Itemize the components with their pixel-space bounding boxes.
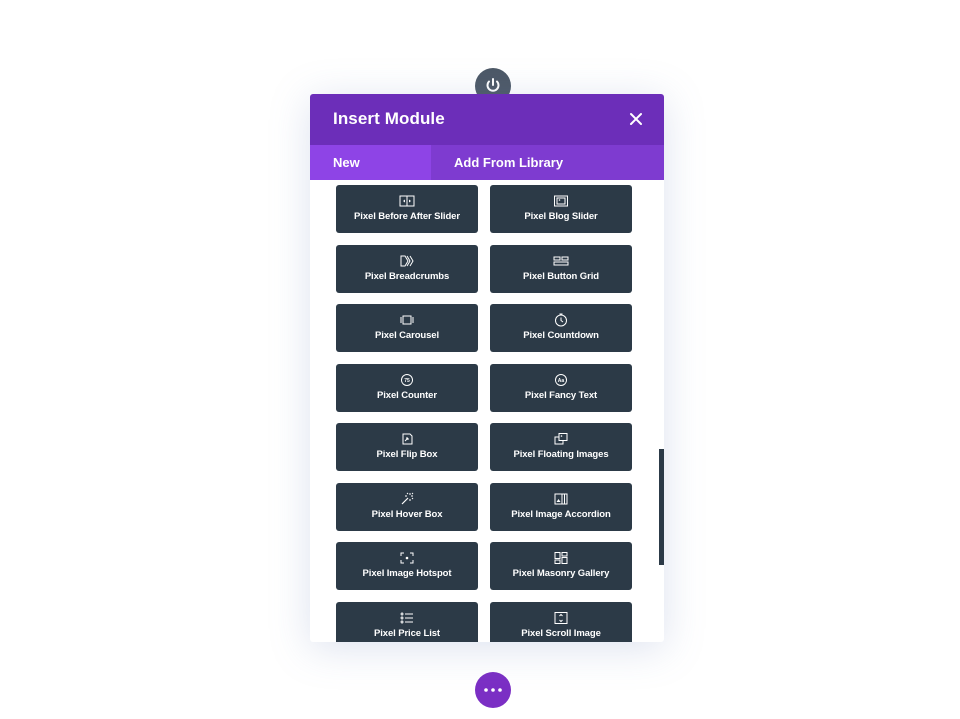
- module-pixel-before-after-slider[interactable]: Pixel Before After Slider: [336, 185, 478, 233]
- module-pixel-breadcrumbs[interactable]: Pixel Breadcrumbs: [336, 244, 478, 293]
- module-label: Pixel Carousel: [374, 330, 440, 341]
- module-label: Pixel Hover Box: [371, 508, 443, 520]
- module-label: Pixel Floating Images: [513, 449, 609, 460]
- close-icon: [630, 113, 642, 125]
- module-pixel-hover-box[interactable]: Pixel Hover Box: [336, 482, 478, 531]
- module-pixel-floating-images[interactable]: Pixel Floating Images: [490, 423, 632, 471]
- masonry-gallery-icon: [554, 552, 568, 564]
- floating-images-icon: [554, 433, 568, 445]
- counter-icon: 75: [401, 373, 413, 386]
- module-label: Pixel Blog Slider: [524, 211, 598, 222]
- module-pixel-carousel[interactable]: Pixel Carousel: [336, 304, 478, 352]
- fancy-text-icon-text: Aa: [558, 377, 565, 383]
- module-pixel-counter[interactable]: 75 Pixel Counter: [336, 363, 478, 412]
- module-label: Pixel Masonry Gallery: [512, 568, 610, 579]
- image-hotspot-icon: [400, 552, 414, 564]
- blog-slider-icon: [554, 195, 568, 207]
- close-button[interactable]: [626, 109, 646, 129]
- module-label: Pixel Image Hotspot: [362, 568, 452, 579]
- module-label: Pixel Scroll Image: [521, 627, 601, 639]
- module-label: Pixel Before After Slider: [354, 211, 460, 222]
- more-options-button[interactable]: [475, 672, 511, 708]
- scroll-image-icon: [554, 611, 568, 624]
- module-list-scrollbar[interactable]: [659, 449, 664, 565]
- breadcrumbs-icon: [400, 255, 414, 266]
- module-label: Pixel Fancy Text: [524, 389, 598, 401]
- button-grid-icon: [553, 256, 569, 265]
- modal-tabs: New Module Add From Library: [310, 145, 664, 205]
- module-label: Pixel Button Grid: [523, 270, 599, 282]
- module-label: Pixel Countdown: [523, 330, 599, 341]
- flip-box-icon: [402, 433, 413, 445]
- power-icon: [486, 78, 500, 92]
- module-pixel-blog-slider[interactable]: Pixel Blog Slider: [490, 185, 632, 233]
- tab-add-from-library[interactable]: Add From Library: [431, 145, 586, 180]
- module-pixel-price-list[interactable]: Pixel Price List: [336, 601, 478, 642]
- module-pixel-masonry-gallery[interactable]: Pixel Masonry Gallery: [490, 542, 632, 590]
- module-pixel-flip-box[interactable]: Pixel Flip Box: [336, 423, 478, 471]
- module-label: Pixel Flip Box: [376, 449, 438, 460]
- module-label: Pixel Price List: [374, 627, 440, 639]
- countdown-icon: [555, 313, 567, 327]
- before-after-icon: [399, 195, 415, 207]
- hover-box-icon: [401, 492, 414, 504]
- image-accordion-icon: [554, 493, 568, 504]
- module-pixel-button-grid[interactable]: Pixel Button Grid: [490, 244, 632, 293]
- module-list: Pixel Before After Slider Pixel Blog Sli…: [310, 180, 664, 642]
- fancy-text-icon: Aa: [555, 373, 567, 386]
- module-label: Pixel Image Accordion: [511, 508, 611, 520]
- more-dots-icon: [484, 688, 502, 692]
- module-pixel-fancy-text[interactable]: Aa Pixel Fancy Text: [490, 363, 632, 412]
- module-pixel-scroll-image[interactable]: Pixel Scroll Image: [490, 601, 632, 642]
- modal-header: Insert Module: [310, 94, 664, 145]
- price-list-icon: [400, 612, 413, 623]
- carousel-icon: [400, 315, 414, 325]
- module-pixel-image-hotspot[interactable]: Pixel Image Hotspot: [336, 542, 478, 590]
- module-pixel-image-accordion[interactable]: Pixel Image Accordion: [490, 482, 632, 531]
- modal-title: Insert Module: [333, 109, 445, 128]
- insert-module-modal: Insert Module New Module Add From Librar…: [310, 94, 664, 642]
- module-label: Pixel Counter: [377, 389, 437, 401]
- tab-new-module[interactable]: New Module: [310, 145, 431, 205]
- module-pixel-countdown[interactable]: Pixel Countdown: [490, 304, 632, 352]
- counter-icon-text: 75: [404, 377, 410, 383]
- module-label: Pixel Breadcrumbs: [364, 270, 450, 282]
